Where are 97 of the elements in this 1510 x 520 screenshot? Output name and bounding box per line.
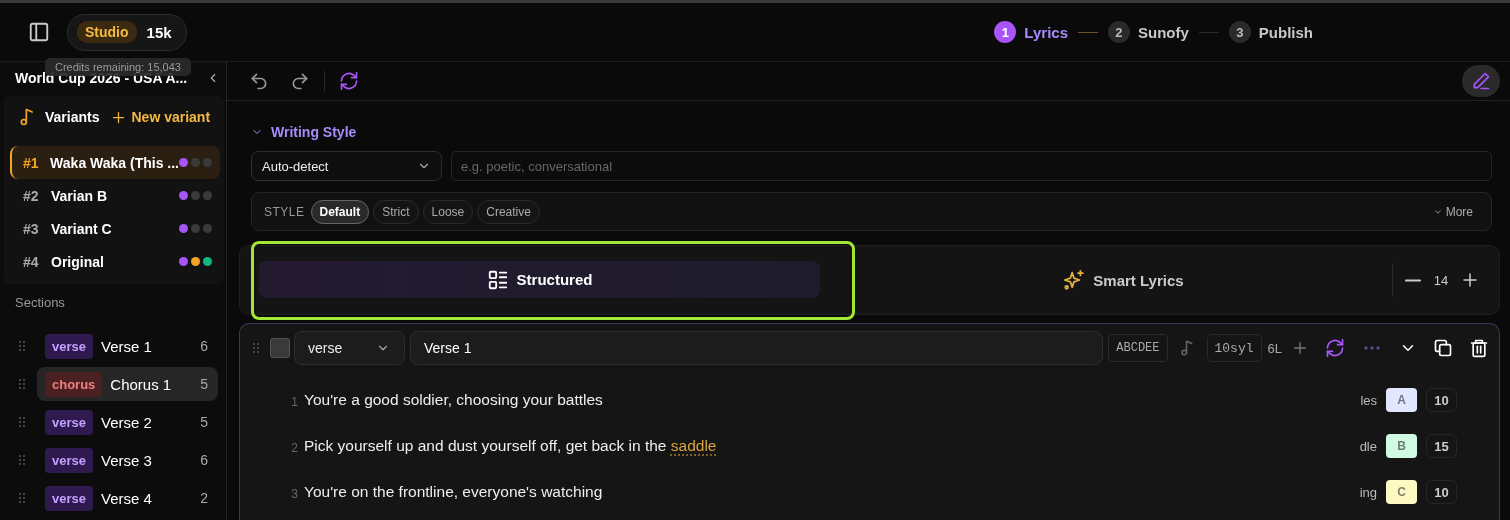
style-chip[interactable]: Default — [310, 199, 370, 224]
style-chip[interactable]: Strict — [373, 199, 419, 224]
lyric-line: You're a good soldier, choosing your battles — [304, 391, 604, 409]
rhyme-scheme: ABCDEE — [1108, 334, 1168, 362]
credits-count: 15k — [146, 23, 172, 41]
plus-icon[interactable] — [1292, 340, 1308, 356]
plus-icon — [111, 109, 127, 125]
variant-name: Waka Waka (This ... — [50, 154, 179, 171]
variant-item[interactable]: #1 Waka Waka (This ... — [10, 146, 220, 179]
plus-icon — [1461, 271, 1479, 289]
style-dropdown[interactable]: Auto-detect — [251, 151, 442, 181]
trash-icon[interactable] — [1469, 338, 1489, 358]
drag-handle-icon[interactable] — [16, 452, 28, 468]
refresh-icon[interactable] — [1325, 338, 1345, 358]
variant-number: #2 — [23, 187, 40, 204]
variant-number: #4 — [23, 253, 40, 270]
line-total: 6L — [1267, 340, 1282, 356]
pen-icon — [1471, 71, 1491, 91]
minus-icon — [1405, 278, 1421, 282]
section-tag: chorus — [45, 371, 103, 397]
line-number: 1 — [290, 394, 298, 409]
more-button[interactable]: More — [1426, 203, 1479, 220]
edit-button[interactable] — [1462, 65, 1500, 97]
variants-label: Variants — [45, 109, 100, 125]
line-count: 5 — [200, 376, 208, 392]
syllable-count: 15 — [1426, 434, 1457, 458]
increase-button[interactable] — [1461, 271, 1479, 289]
variant-item[interactable]: #3 Variant C — [10, 212, 220, 245]
syllable-count: 10 — [1426, 480, 1457, 504]
section-name: Verse 4 — [101, 489, 153, 507]
style-input[interactable]: e.g. poetic, conversational — [451, 151, 1492, 181]
section-item[interactable]: verse Verse 1 6 — [37, 329, 218, 363]
style-label: STYLE — [264, 204, 305, 219]
section-item[interactable]: chorus Chorus 1 5 — [37, 367, 218, 401]
redo-icon[interactable] — [290, 71, 310, 91]
syllable-target: 10syl — [1206, 334, 1262, 362]
section-name: Verse 1 — [101, 337, 153, 355]
lyric-line: You're on the frontline, everyone's watching — [304, 483, 604, 501]
credits-pill[interactable]: Studio 15k — [67, 13, 187, 51]
mode-tab[interactable]: Structured — [259, 261, 820, 298]
line-count: 2 — [200, 490, 208, 506]
undo-icon[interactable] — [249, 71, 269, 91]
section-tag: verse — [45, 333, 93, 359]
section-tag: verse — [45, 485, 93, 511]
section-name: Verse 2 — [101, 413, 153, 431]
sections-label: Sections — [14, 294, 66, 312]
mode-tab[interactable]: Smart Lyrics — [1053, 261, 1194, 299]
refresh-icon[interactable] — [339, 71, 359, 91]
section-heading: Writing Style — [271, 124, 357, 140]
variant-name: Variant C — [51, 220, 113, 237]
style-chip[interactable]: Loose — [422, 199, 474, 224]
section-tag: verse — [45, 447, 93, 473]
plan-badge: Studio — [77, 21, 137, 43]
drag-handle-icon[interactable] — [250, 340, 262, 356]
checkbox[interactable] — [270, 338, 290, 358]
variant-number: #1 — [23, 154, 40, 171]
line-count: 5 — [200, 414, 208, 430]
line-number: 3 — [290, 486, 298, 501]
line-count: 6 — [200, 338, 208, 354]
syllable-count: 10 — [1426, 388, 1457, 412]
line-ending: dle — [1359, 438, 1377, 454]
variant-item[interactable]: #4 Original — [10, 245, 220, 278]
rhyme-tag: B — [1386, 434, 1417, 458]
variant-name: Varian B — [51, 187, 109, 204]
drag-handle-icon[interactable] — [16, 376, 28, 392]
section-tag: verse — [45, 409, 93, 435]
section-name: Chorus 1 — [110, 375, 173, 393]
line-ending: les — [1360, 392, 1377, 408]
variant-number: #3 — [23, 220, 40, 237]
copy-icon[interactable] — [1433, 338, 1453, 358]
line-ending: ing — [1359, 484, 1377, 500]
section-item[interactable]: verse Verse 3 6 — [37, 443, 218, 477]
lyric-line: Pick yourself up and dust yourself off, get back in the saddle — [304, 437, 718, 455]
step-tab[interactable]: 2 Sunofy — [1108, 21, 1189, 43]
step-tab[interactable]: 1 Lyrics — [994, 21, 1068, 43]
line-count: 6 — [200, 452, 208, 468]
line-count: 14 — [1432, 272, 1450, 288]
section-item[interactable]: verse Verse 4 2 — [37, 481, 218, 515]
line-number: 2 — [290, 440, 298, 455]
section-name-field[interactable]: Verse 1 — [410, 331, 1104, 365]
decrease-button[interactable] — [1405, 278, 1421, 282]
sidebar-toggle-icon[interactable] — [28, 21, 50, 43]
sparkle-icon — [1063, 269, 1086, 291]
list-icon — [486, 268, 509, 291]
rhyme-tag: C — [1386, 480, 1417, 504]
step-tab[interactable]: 3 Publish — [1228, 21, 1313, 43]
section-name: Verse 3 — [101, 451, 153, 469]
rhyme-tag: A — [1386, 388, 1417, 412]
drag-handle-icon[interactable] — [16, 490, 28, 506]
section-item[interactable]: verse Verse 2 5 — [37, 405, 218, 439]
variant-item[interactable]: #2 Varian B — [10, 179, 220, 212]
section-type-dropdown[interactable]: verse — [294, 331, 405, 365]
drag-handle-icon[interactable] — [16, 414, 28, 430]
style-chip[interactable]: Creative — [477, 199, 540, 224]
new-variant-button[interactable]: New variant — [111, 109, 211, 125]
drag-handle-icon[interactable] — [16, 338, 28, 354]
variant-name: Original — [51, 253, 105, 270]
